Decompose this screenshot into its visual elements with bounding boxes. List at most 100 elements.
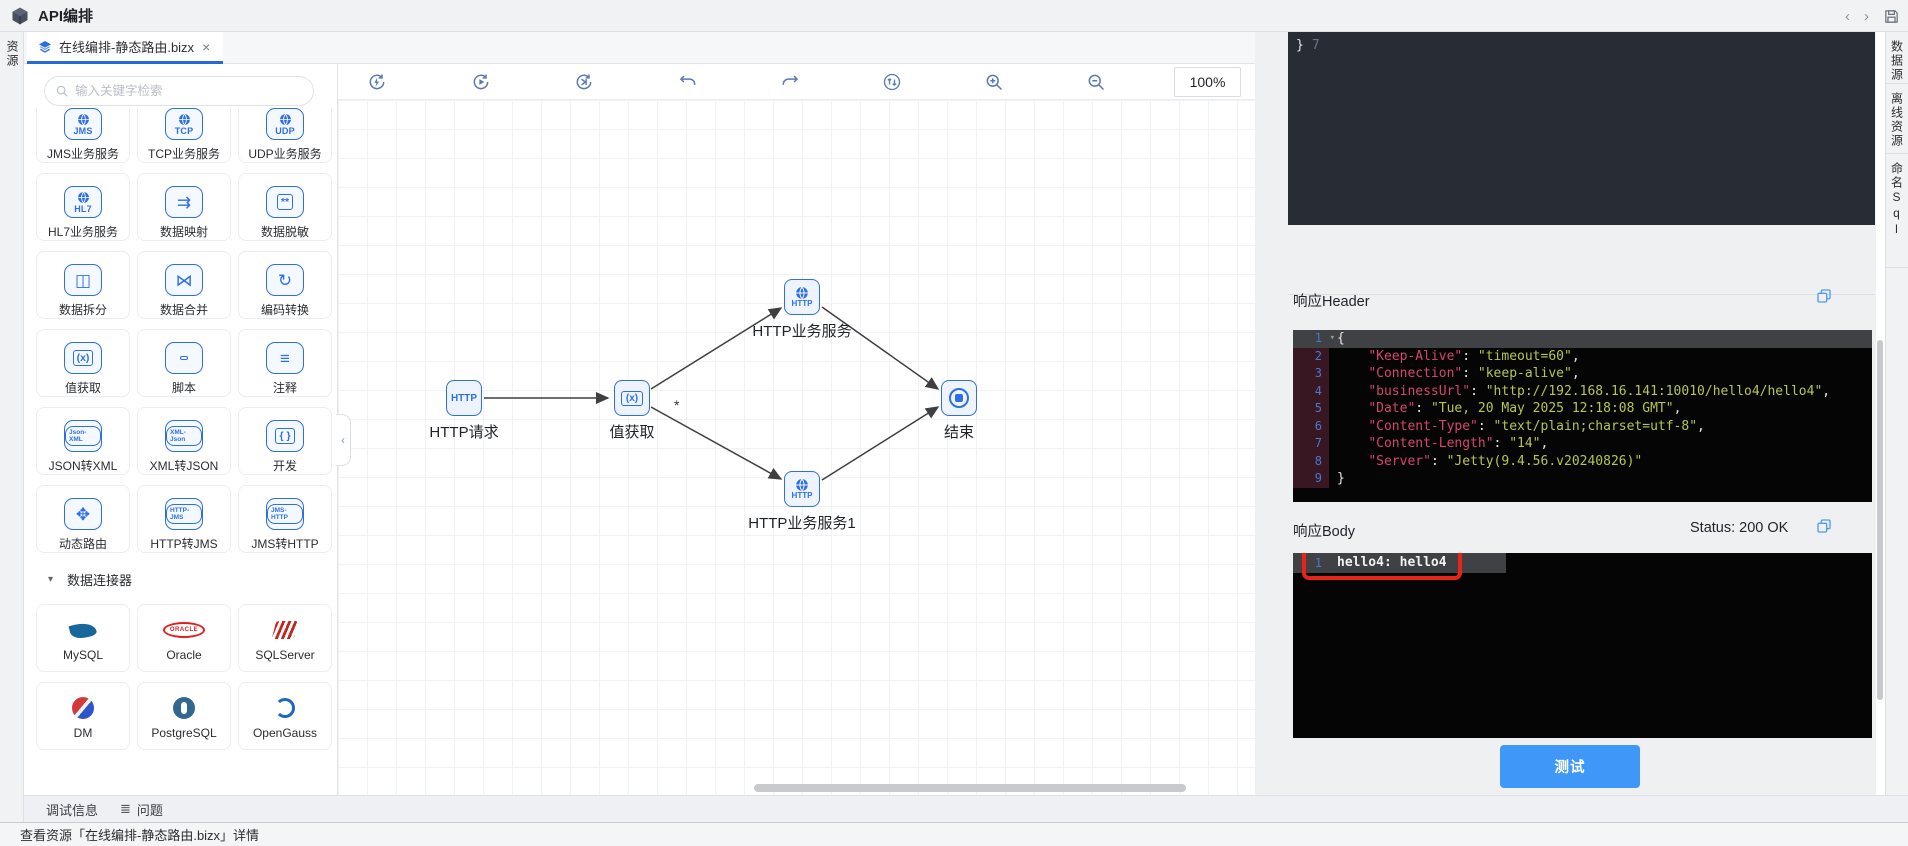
code-line: 4 "businessUrl": "http://192.168.16.141:… [1293,383,1872,401]
right-rail-tab[interactable]: 命名Sql [1886,154,1908,268]
tab-problems[interactable]: ≣ 问题 [120,800,163,819]
palette-item[interactable]: **数据脱敏 [238,173,332,241]
line-number: 7 [1293,435,1329,453]
response-body-viewer[interactable]: 1 hello4: hello4 [1293,553,1872,738]
palette-item-icon: JMS [64,108,102,140]
tab-debug-info[interactable]: 调试信息 [46,800,98,819]
code-line: 6 "Content-Type": "text/plain;charset=ut… [1293,418,1872,436]
code-line: 9} [1293,470,1872,488]
debug-step-icon[interactable] [573,71,595,93]
palette-item[interactable]: JMS-HTTPJMS转HTTP [238,485,332,553]
section-data-connectors[interactable]: ▾ 数据连接器 [24,567,337,591]
right-rail-tab-label: 数据源 [1889,40,1906,83]
line-number: 6 [1293,418,1329,436]
copy-body-icon[interactable] [1816,518,1834,536]
sqlserver-logo-icon [272,621,298,639]
palette-item[interactable]: HTTP-JMS HTTP转JMS [137,485,231,553]
redo-icon[interactable] [779,71,801,93]
right-rail-tab[interactable]: 离线资源 [1886,84,1908,154]
palette-item-icon: TCP [165,108,203,140]
palette-item[interactable]: ◫数据拆分 [36,251,130,319]
connector-item[interactable]: DM [36,682,130,750]
palette-item-label: JMS业务服务 [47,145,119,162]
code-line: 8 "Server": "Jetty(9.4.56.v20240826)" [1293,453,1872,471]
palette-item[interactable]: (x)值获取 [36,329,130,397]
palette-item-label: JMS转HTTP [251,535,318,552]
node-label: HTTP请求 [384,421,544,442]
undo-icon[interactable] [677,71,699,93]
title-bar: API编排 ‹ › [0,0,1908,32]
palette-item[interactable]: ↻编码转换 [238,251,332,319]
connector-item[interactable]: ORACLEOracle [137,604,231,672]
palette-item[interactable]: XML-JsonXML转JSON [137,407,231,475]
palette-item-label: TCP业务服务 [148,145,220,162]
zoom-in-icon[interactable] [983,71,1005,93]
tab-online-orchestration[interactable]: 在线编排-静态路由.bizx × [27,32,223,64]
palette-item-icon: HTTP-JMS [165,498,203,530]
connector-item[interactable]: OpenGauss [238,682,332,750]
palette-item[interactable]: HL7HL7业务服务 [36,173,130,241]
palette-item-label: 开发 [273,457,297,474]
line-number: 9 [1293,470,1329,488]
search-input[interactable] [75,84,303,98]
canvas-grid[interactable] [338,100,1255,795]
globe-icon [178,113,191,126]
palette-search[interactable] [44,76,314,106]
request-editor[interactable]: }7 [1288,32,1875,225]
connector-item[interactable]: SQLServer [238,604,332,672]
test-button[interactable]: 测试 [1500,745,1640,788]
fold-caret-icon[interactable]: ▾ [1330,330,1335,348]
palette-item[interactable]: ⋈数据合并 [137,251,231,319]
nav-forward-icon[interactable]: › [1864,9,1869,24]
right-rail-tab[interactable]: 数据源 [1886,32,1908,84]
nav-back-icon[interactable]: ‹ [1845,9,1850,24]
palette-item[interactable]: ⇉数据映射 [137,173,231,241]
right-rail-tab-label: 离线资源 [1889,92,1906,153]
tab-close-icon[interactable]: × [202,39,210,55]
save-icon[interactable] [1883,8,1900,25]
globe-icon [77,113,90,126]
copy-header-icon[interactable] [1816,288,1834,306]
debug-restart-icon[interactable] [366,71,388,93]
palette-item-icon: ✥ [64,498,102,530]
tab-bar: 在线编排-静态路由.bizx × [24,32,1255,64]
palette-item[interactable]: Json-XMLJSON转XML [36,407,130,475]
flow-node-http-service[interactable]: HTTP HTTP业务服务 [722,279,882,341]
left-rail-tab-resources[interactable]: 资源 [4,40,21,68]
swap-icon[interactable] [881,71,903,93]
palette-item[interactable]: 脚本 [137,329,231,397]
debug-run-icon[interactable] [470,71,492,93]
flow-node-http-request[interactable]: HTTP HTTP请求 [384,380,544,442]
line-number: ▾1 [1293,330,1329,348]
app-title: API编排 [38,5,93,26]
globe-http-icon: HTTP [784,279,820,315]
palette-item-label: 编码转换 [261,301,309,318]
zoom-level-display[interactable]: 100% [1174,67,1241,97]
palette-item[interactable]: ≡注释 [238,329,332,397]
status-bar: 查看资源「在线编排-静态路由.bizx」详情 [0,822,1908,846]
code-line: 5 "Date": "Tue, 20 May 2025 12:18:08 GMT… [1293,400,1872,418]
app-logo-icon [10,6,30,26]
response-header-viewer[interactable]: ▾1{2 "Keep-Alive": "timeout=60",3 "Conne… [1293,330,1872,502]
connector-item[interactable]: PostgreSQL [137,682,231,750]
palette-item-icon: UDP [266,108,304,140]
line-number: 5 [1293,400,1329,418]
palette-item-label: HTTP转JMS [150,535,217,552]
flow-node-end[interactable]: 结束 [879,380,1039,442]
palette-item-icon: ** [266,186,304,218]
palette-collapse-handle[interactable]: ‹ [336,414,351,466]
palette-item-label: JSON转XML [49,457,118,474]
palette-item-label: 动态路由 [59,535,107,552]
panel-vertical-scrollbar[interactable] [1877,340,1883,700]
flow-node-value-get[interactable]: (x) 值获取 [552,380,712,442]
connector-item[interactable]: MySQL [36,604,130,672]
zoom-out-icon[interactable] [1085,71,1107,93]
section-collapse-icon[interactable]: ▾ [48,574,53,585]
palette-item[interactable]: ✥ 动态路由 [36,485,130,553]
code-line: ▾1{ [1293,330,1872,348]
palette-item[interactable]: { }开发 [238,407,332,475]
canvas-horizontal-scrollbar[interactable] [754,784,1186,792]
panel-divider [1288,294,1875,295]
flow-node-http-service-1[interactable]: HTTP HTTP业务服务1 [722,471,882,533]
palette-item-icon: ◫ [64,264,102,296]
